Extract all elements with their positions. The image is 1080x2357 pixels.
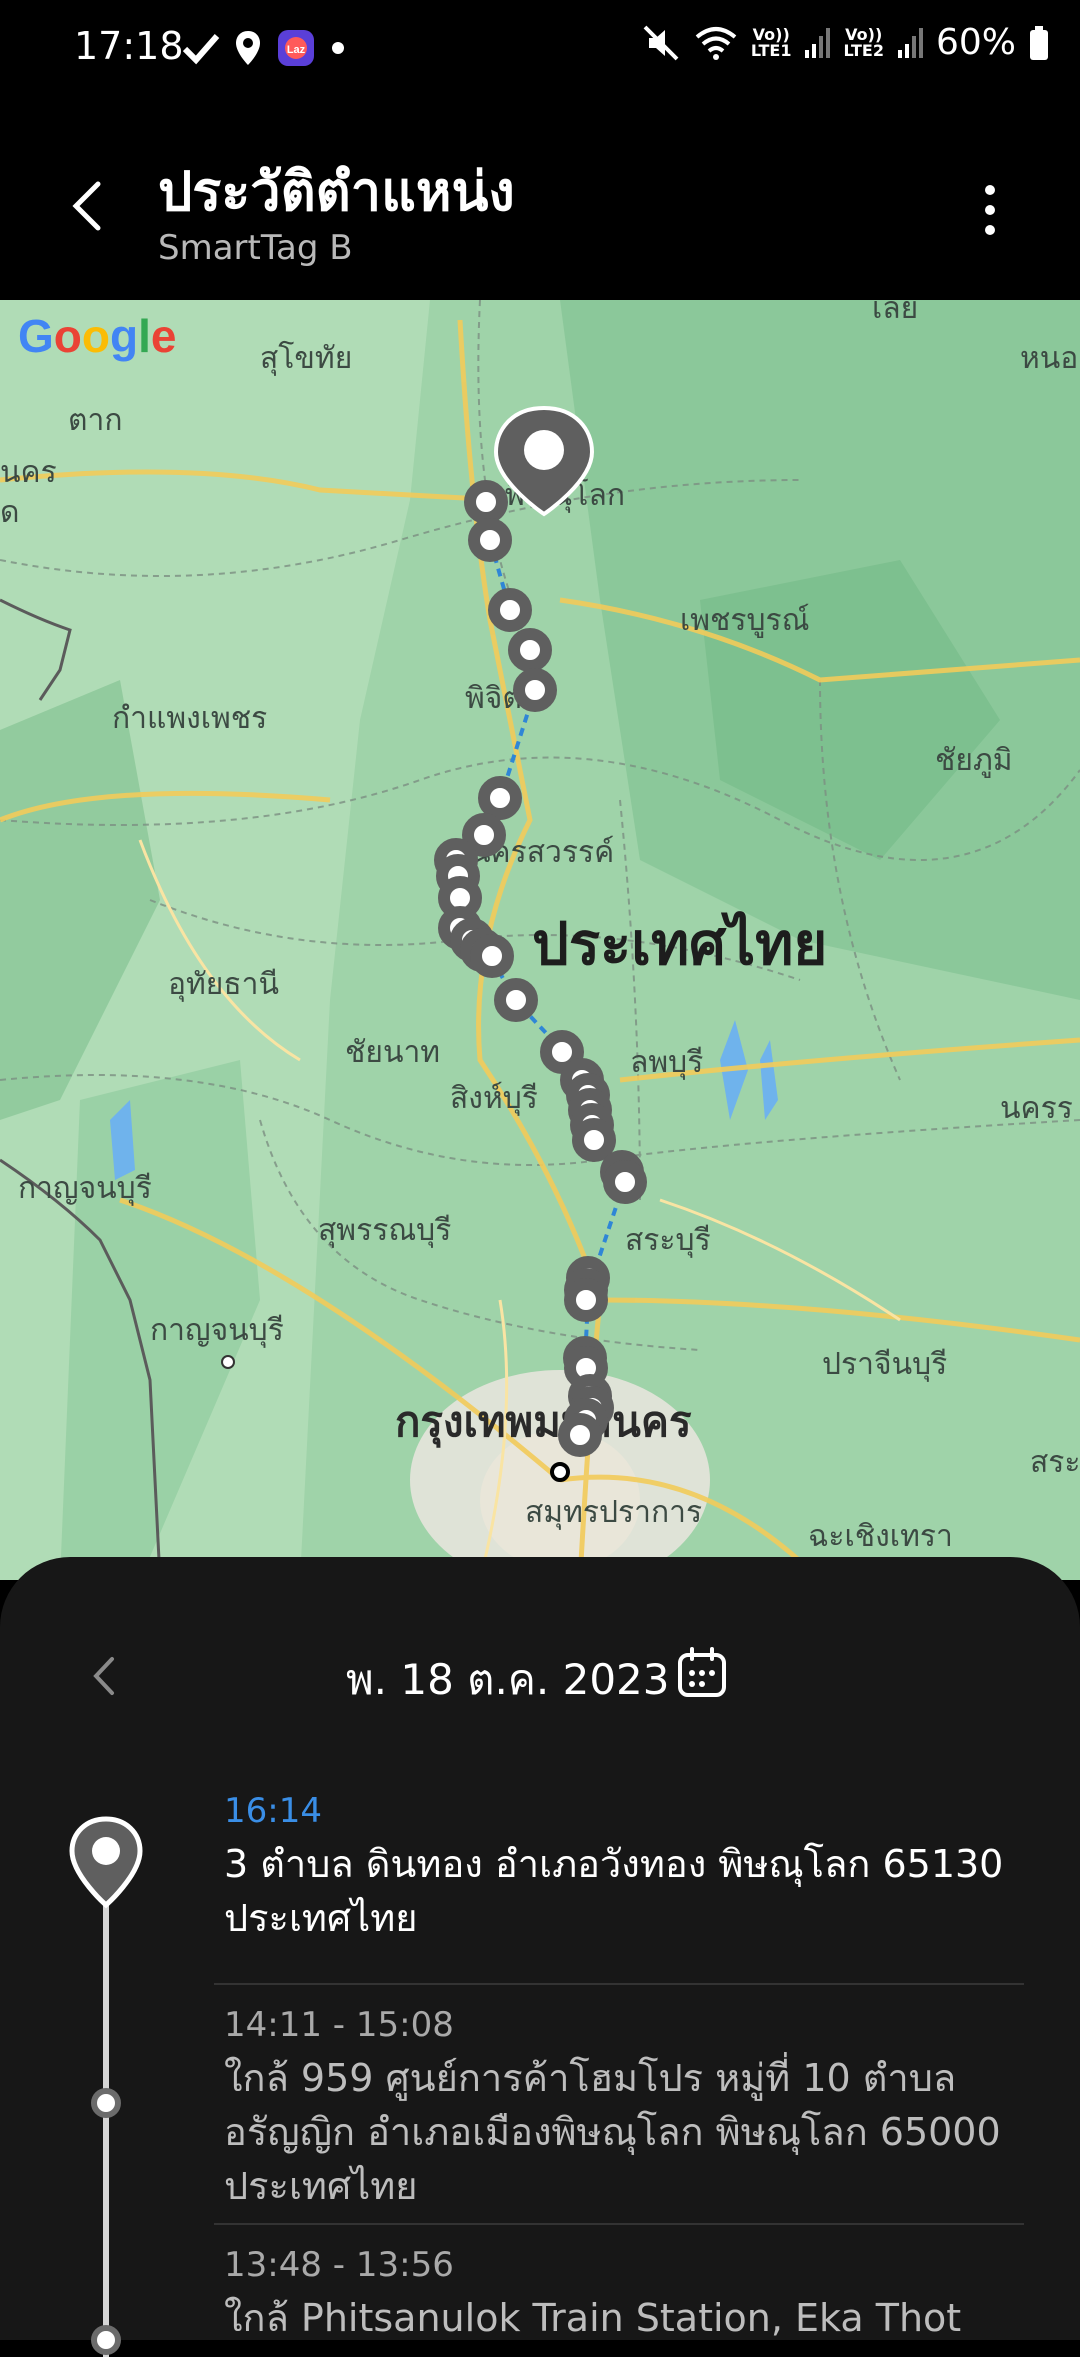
entry-address: 3 ตำบล ดินทอง อำเภอวังทอง พิษณุโลก 65130… [224, 1842, 1004, 1940]
lte1-label: Vo)) LTE1 [750, 24, 792, 60]
lazada-app-icon: Laz [278, 30, 314, 66]
location-marker[interactable] [513, 668, 557, 712]
check-icon [182, 34, 220, 65]
battery-icon [1030, 25, 1048, 60]
entry-time: 16:14 [224, 1791, 322, 1831]
map-label-samutprakan: สมุทรปราการ [525, 1495, 702, 1531]
map-label-phetchabun: เพชรบูรณ์ [680, 603, 810, 638]
notification-dot-icon [332, 42, 344, 54]
app-bar: ประวัติตำแหน่ง SmartTag B [0, 96, 1080, 300]
battery-percent: 60% [935, 22, 1016, 63]
map-label-nong: หนอ [1020, 341, 1078, 376]
map-label-chainat: ชัยนาท [345, 1035, 440, 1070]
location-marker[interactable] [572, 1118, 616, 1162]
map-label-kanchanaburi-prov: กาญจนบุรี [18, 1171, 152, 1207]
more-options-icon[interactable] [960, 180, 1020, 240]
wifi-icon [695, 26, 737, 60]
history-entry[interactable]: 13:48 - 13:56 ใกล้ Phitsanulok Train Sta… [224, 2245, 1024, 2345]
entry-address: ใกล้ Phitsanulok Train Station, Eka Thot [224, 2296, 962, 2340]
google-logo: Google [18, 310, 176, 362]
calendar-icon[interactable] [674, 1645, 730, 1701]
status-bar: 17:18 Laz Vo)) LTE1 Vo)) LTE2 60% [0, 0, 1080, 96]
location-marker[interactable] [508, 628, 552, 672]
map-label-nakhon-left: นคร [0, 455, 57, 490]
entry-address: ใกล้ 959 ศูนย์การค้าโฮมโปร หมู่ที่ 10 ตำ… [224, 2056, 1001, 2208]
date-selector: พ. 18 ต.ค. 2023 [0, 1631, 1080, 1721]
entry-divider [214, 2223, 1024, 2225]
location-pin-icon [236, 31, 260, 65]
location-marker[interactable] [488, 588, 532, 632]
map-label-tak: ตาก [68, 403, 123, 438]
location-marker[interactable] [558, 1413, 602, 1457]
status-right-icons: Vo)) LTE1 Vo)) LTE2 60% [641, 22, 1050, 63]
map-label-prachinburi: ปราจีนบุรี [822, 1347, 947, 1383]
map-view[interactable]: เลย สุโขทัย หนอ ตาก พิษณุโลก นคร ด เพชรบ… [0, 300, 1080, 1580]
map-label-country: ประเทศไทย [532, 910, 827, 978]
map-label-kanchanaburi-city: กาญจนบุรี [150, 1313, 284, 1349]
map-canvas[interactable]: เลย สุโขทัย หนอ ตาก พิษณุโลก นคร ด เพชรบ… [0, 300, 1080, 1580]
map-label-bangkok: กรุงเทพมหานคร [395, 1397, 692, 1448]
device-name: SmartTag B [158, 228, 353, 268]
entry-time: 13:48 - 13:56 [224, 2245, 454, 2285]
map-label-chaiyaphum: ชัยภูมิ [935, 743, 1013, 778]
map-label-kamphaeng: กำแพงเพชร [112, 701, 267, 736]
map-label-do-left: ด [0, 495, 19, 530]
kanchanaburi-city-dot [221, 1355, 235, 1369]
timeline-dot [91, 2088, 121, 2118]
svg-text:Laz: Laz [287, 44, 306, 56]
location-marker[interactable] [478, 776, 522, 820]
signal-icon-1 [805, 27, 831, 58]
map-label-sukhothai: สุโขทัย [260, 340, 352, 377]
location-marker[interactable] [494, 978, 538, 1022]
map-label-lopburi: ลพบุรี [630, 1045, 703, 1081]
mute-icon [643, 25, 679, 60]
location-marker[interactable] [564, 1278, 608, 1322]
back-button[interactable] [60, 176, 120, 236]
previous-date-button[interactable] [80, 1651, 130, 1701]
lte2-indicator: Vo)) LTE2 [843, 24, 884, 60]
history-entry[interactable]: 14:11 - 15:08 ใกล้ 959 ศูนย์การค้าโฮมโปร… [224, 2005, 1024, 2213]
history-sheet: พ. 18 ต.ค. 2023 16:14 3 ตำบล ดินทอง อำเภ… [0, 1557, 1080, 2357]
location-marker[interactable] [464, 480, 508, 524]
lte1-indicator: Vo)) LTE1 [750, 24, 792, 60]
map-label-sra: สระ [1030, 1445, 1080, 1480]
map-label-nakhon-right: นครร [1000, 1091, 1073, 1126]
status-time: 17:18 [74, 24, 184, 68]
history-entry[interactable]: 16:14 3 ตำบล ดินทอง อำเภอวังทอง พิษณุโลก… [224, 1791, 1024, 1945]
map-label-uthai: อุทัยธานี [168, 967, 279, 1003]
page-title: ประวัติตำแหน่ง [158, 160, 515, 223]
signal-icon-2 [897, 27, 923, 58]
map-label-chachoengsao: ฉะเชิงเทรา [808, 1519, 953, 1554]
location-marker[interactable] [603, 1160, 647, 1204]
location-marker[interactable] [468, 518, 512, 562]
map-label-loei: เลย [872, 300, 918, 326]
selected-date[interactable]: พ. 18 ต.ค. 2023 [346, 1647, 670, 1713]
map-label-singburi: สิงห์บุรี [450, 1081, 538, 1117]
status-left-icons: Laz [182, 28, 346, 68]
timeline-current-pin-icon [69, 1816, 143, 1909]
lte2-label: Vo)) LTE2 [843, 24, 884, 60]
location-marker[interactable] [470, 934, 514, 978]
map-label-suphanburi: สุพรรณบุรี [318, 1213, 451, 1249]
bangkok-city-dot [550, 1462, 570, 1482]
entry-divider [214, 1983, 1024, 1985]
entry-time: 14:11 - 15:08 [224, 2005, 454, 2045]
timeline-dot [91, 2325, 121, 2355]
map-label-saraburi: สระบุรี [625, 1223, 711, 1259]
